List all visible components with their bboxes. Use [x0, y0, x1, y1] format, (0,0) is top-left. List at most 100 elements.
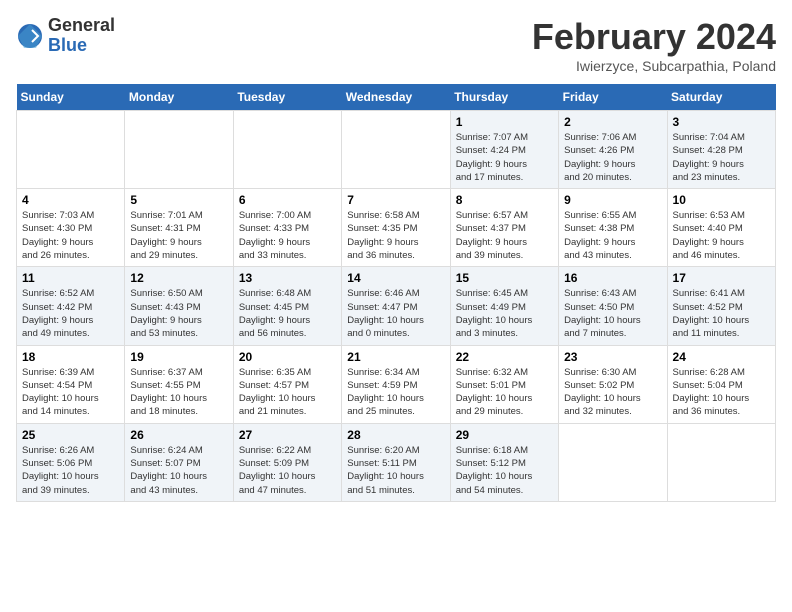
day-number: 15	[456, 271, 553, 285]
day-info: Sunrise: 6:46 AM Sunset: 4:47 PM Dayligh…	[347, 287, 444, 340]
cell-w4-d2: 19 Sunrise: 6:37 AM Sunset: 4:55 PM Dayli…	[125, 345, 233, 423]
day-info: Sunrise: 6:26 AM Sunset: 5:06 PM Dayligh…	[22, 444, 119, 497]
col-friday: Friday	[559, 84, 667, 111]
logo-general-text: General	[48, 16, 115, 36]
cell-w5-d4: 28 Sunrise: 6:20 AM Sunset: 5:11 PM Dayli…	[342, 423, 450, 501]
day-number: 29	[456, 428, 553, 442]
day-number: 8	[456, 193, 553, 207]
cell-w1-d1	[17, 111, 125, 189]
day-number: 14	[347, 271, 444, 285]
cell-w2-d4: 7 Sunrise: 6:58 AM Sunset: 4:35 PM Daylig…	[342, 189, 450, 267]
col-wednesday: Wednesday	[342, 84, 450, 111]
cell-w4-d3: 20Sunrise: 6:35 AM Sunset: 4:57 PM Dayli…	[233, 345, 341, 423]
day-number: 20	[239, 350, 336, 364]
day-info: Sunrise: 7:03 AM Sunset: 4:30 PM Dayligh…	[22, 209, 119, 262]
day-number: 23	[564, 350, 661, 364]
day-info: Sunrise: 7:06 AM Sunset: 4:26 PM Dayligh…	[564, 131, 661, 184]
day-number: 2	[564, 115, 661, 129]
calendar-header: Sunday Monday Tuesday Wednesday Thursday…	[17, 84, 776, 111]
cell-w4-d7: 24 Sunrise: 6:28 AM Sunset: 5:04 PM Dayli…	[667, 345, 775, 423]
day-number: 13	[239, 271, 336, 285]
cell-w2-d7: 10 Sunrise: 6:53 AM Sunset: 4:40 PM Dayli…	[667, 189, 775, 267]
week-row-5: 25 Sunrise: 6:26 AM Sunset: 5:06 PM Dayli…	[17, 423, 776, 501]
day-number: 24	[673, 350, 770, 364]
day-number: 16	[564, 271, 661, 285]
day-info: Sunrise: 6:39 AM Sunset: 4:54 PM Dayligh…	[22, 366, 119, 419]
day-number: 9	[564, 193, 661, 207]
cell-w4-d5: 22 Sunrise: 6:32 AM Sunset: 5:01 PM Dayli…	[450, 345, 558, 423]
cell-w5-d2: 26Sunrise: 6:24 AM Sunset: 5:07 PM Dayli…	[125, 423, 233, 501]
header: General Blue February 2024 Iwierzyce, Su…	[16, 16, 776, 74]
week-row-3: 11 Sunrise: 6:52 AM Sunset: 4:42 PM Dayli…	[17, 267, 776, 345]
day-number: 7	[347, 193, 444, 207]
header-row: Sunday Monday Tuesday Wednesday Thursday…	[17, 84, 776, 111]
cell-w5-d6	[559, 423, 667, 501]
day-number: 1	[456, 115, 553, 129]
day-number: 6	[239, 193, 336, 207]
day-number: 22	[456, 350, 553, 364]
cell-w3-d6: 16 Sunrise: 6:43 AM Sunset: 4:50 PM Dayli…	[559, 267, 667, 345]
cell-w1-d4	[342, 111, 450, 189]
day-number: 28	[347, 428, 444, 442]
cell-w1-d2	[125, 111, 233, 189]
calendar-body: 1 Sunrise: 7:07 AM Sunset: 4:24 PM Daylig…	[17, 111, 776, 502]
month-title: February 2024	[532, 16, 776, 58]
calendar-table: Sunday Monday Tuesday Wednesday Thursday…	[16, 84, 776, 502]
col-saturday: Saturday	[667, 84, 775, 111]
day-info: Sunrise: 6:55 AM Sunset: 4:38 PM Dayligh…	[564, 209, 661, 262]
day-number: 25	[22, 428, 119, 442]
day-info: Sunrise: 6:28 AM Sunset: 5:04 PM Dayligh…	[673, 366, 770, 419]
cell-w3-d2: 12 Sunrise: 6:50 AM Sunset: 4:43 PM Dayli…	[125, 267, 233, 345]
cell-w5-d3: 27Sunrise: 6:22 AM Sunset: 5:09 PM Dayli…	[233, 423, 341, 501]
day-info: Sunrise: 7:01 AM Sunset: 4:31 PM Dayligh…	[130, 209, 227, 262]
day-info: Sunrise: 6:52 AM Sunset: 4:42 PM Dayligh…	[22, 287, 119, 340]
day-info: Sunrise: 7:04 AM Sunset: 4:28 PM Dayligh…	[673, 131, 770, 184]
day-info: Sunrise: 6:45 AM Sunset: 4:49 PM Dayligh…	[456, 287, 553, 340]
cell-w1-d6: 2 Sunrise: 7:06 AM Sunset: 4:26 PM Daylig…	[559, 111, 667, 189]
cell-w4-d4: 21Sunrise: 6:34 AM Sunset: 4:59 PM Dayli…	[342, 345, 450, 423]
cell-w5-d1: 25 Sunrise: 6:26 AM Sunset: 5:06 PM Dayli…	[17, 423, 125, 501]
day-info: Sunrise: 6:30 AM Sunset: 5:02 PM Dayligh…	[564, 366, 661, 419]
day-info: Sunrise: 6:34 AM Sunset: 4:59 PM Dayligh…	[347, 366, 444, 419]
week-row-2: 4Sunrise: 7:03 AM Sunset: 4:30 PM Daylig…	[17, 189, 776, 267]
day-info: Sunrise: 7:00 AM Sunset: 4:33 PM Dayligh…	[239, 209, 336, 262]
cell-w2-d2: 5Sunrise: 7:01 AM Sunset: 4:31 PM Daylig…	[125, 189, 233, 267]
day-number: 19	[130, 350, 227, 364]
logo-text: General Blue	[48, 16, 115, 56]
cell-w2-d6: 9 Sunrise: 6:55 AM Sunset: 4:38 PM Daylig…	[559, 189, 667, 267]
day-number: 26	[130, 428, 227, 442]
cell-w3-d7: 17Sunrise: 6:41 AM Sunset: 4:52 PM Dayli…	[667, 267, 775, 345]
col-tuesday: Tuesday	[233, 84, 341, 111]
day-info: Sunrise: 6:53 AM Sunset: 4:40 PM Dayligh…	[673, 209, 770, 262]
day-number: 10	[673, 193, 770, 207]
cell-w1-d3	[233, 111, 341, 189]
logo-icon	[16, 22, 44, 50]
cell-w1-d5: 1 Sunrise: 7:07 AM Sunset: 4:24 PM Daylig…	[450, 111, 558, 189]
col-sunday: Sunday	[17, 84, 125, 111]
cell-w2-d1: 4Sunrise: 7:03 AM Sunset: 4:30 PM Daylig…	[17, 189, 125, 267]
title-section: February 2024 Iwierzyce, Subcarpathia, P…	[532, 16, 776, 74]
day-info: Sunrise: 6:20 AM Sunset: 5:11 PM Dayligh…	[347, 444, 444, 497]
day-info: Sunrise: 6:58 AM Sunset: 4:35 PM Dayligh…	[347, 209, 444, 262]
day-info: Sunrise: 6:43 AM Sunset: 4:50 PM Dayligh…	[564, 287, 661, 340]
logo: General Blue	[16, 16, 115, 56]
cell-w3-d5: 15 Sunrise: 6:45 AM Sunset: 4:49 PM Dayli…	[450, 267, 558, 345]
day-info: Sunrise: 6:37 AM Sunset: 4:55 PM Dayligh…	[130, 366, 227, 419]
col-thursday: Thursday	[450, 84, 558, 111]
cell-w1-d7: 3Sunrise: 7:04 AM Sunset: 4:28 PM Daylig…	[667, 111, 775, 189]
day-info: Sunrise: 6:48 AM Sunset: 4:45 PM Dayligh…	[239, 287, 336, 340]
day-info: Sunrise: 6:18 AM Sunset: 5:12 PM Dayligh…	[456, 444, 553, 497]
day-info: Sunrise: 6:50 AM Sunset: 4:43 PM Dayligh…	[130, 287, 227, 340]
day-number: 17	[673, 271, 770, 285]
cell-w3-d4: 14 Sunrise: 6:46 AM Sunset: 4:47 PM Dayli…	[342, 267, 450, 345]
cell-w5-d7	[667, 423, 775, 501]
day-number: 12	[130, 271, 227, 285]
cell-w5-d5: 29 Sunrise: 6:18 AM Sunset: 5:12 PM Dayli…	[450, 423, 558, 501]
location-title: Iwierzyce, Subcarpathia, Poland	[532, 58, 776, 74]
day-info: Sunrise: 6:32 AM Sunset: 5:01 PM Dayligh…	[456, 366, 553, 419]
day-number: 11	[22, 271, 119, 285]
cell-w4-d6: 23 Sunrise: 6:30 AM Sunset: 5:02 PM Dayli…	[559, 345, 667, 423]
cell-w3-d3: 13 Sunrise: 6:48 AM Sunset: 4:45 PM Dayli…	[233, 267, 341, 345]
day-info: Sunrise: 7:07 AM Sunset: 4:24 PM Dayligh…	[456, 131, 553, 184]
week-row-1: 1 Sunrise: 7:07 AM Sunset: 4:24 PM Daylig…	[17, 111, 776, 189]
